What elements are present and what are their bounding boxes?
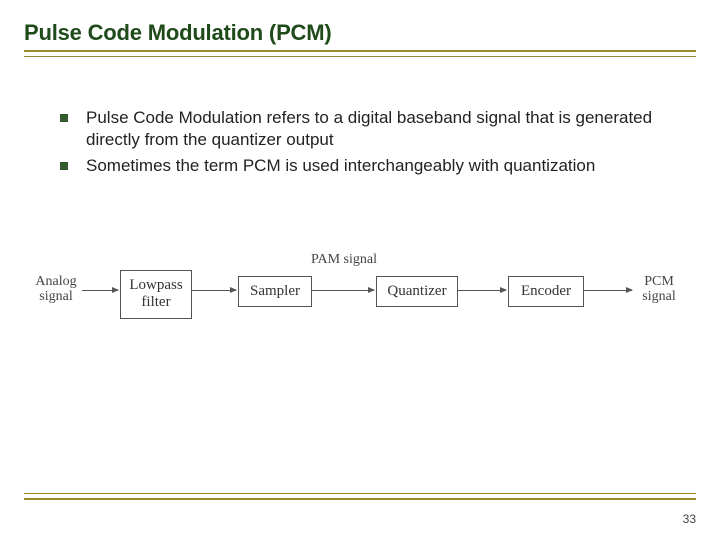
- arrow-icon: [312, 290, 374, 291]
- pcm-signal-label: PCM signal: [636, 274, 682, 305]
- title-underline: [24, 50, 696, 57]
- bullet-marker-icon: [60, 162, 68, 170]
- page-number: 33: [683, 512, 696, 526]
- sampler-block: Sampler: [238, 276, 312, 307]
- arrow-icon: [458, 290, 506, 291]
- pam-signal-label: PAM signal: [298, 252, 390, 267]
- arrow-icon: [82, 290, 118, 291]
- slide-title: Pulse Code Modulation (PCM): [24, 20, 696, 46]
- quantizer-block: Quantizer: [376, 276, 458, 307]
- lowpass-filter-block: Lowpass filter: [120, 270, 192, 319]
- footer-rule: [24, 493, 696, 500]
- bullet-list: Pulse Code Modulation refers to a digita…: [24, 107, 696, 177]
- analog-signal-label: Analog signal: [32, 274, 80, 305]
- bullet-item: Pulse Code Modulation refers to a digita…: [60, 107, 684, 151]
- bullet-text: Pulse Code Modulation refers to a digita…: [86, 107, 684, 151]
- bullet-text: Sometimes the term PCM is used interchan…: [86, 155, 684, 177]
- bullet-item: Sometimes the term PCM is used interchan…: [60, 155, 684, 177]
- arrow-icon: [192, 290, 236, 291]
- block-diagram: Analog signal Lowpass filter Sampler PAM…: [32, 230, 692, 350]
- slide: Pulse Code Modulation (PCM) Pulse Code M…: [0, 0, 720, 540]
- arrow-icon: [584, 290, 632, 291]
- encoder-block: Encoder: [508, 276, 584, 307]
- bullet-marker-icon: [60, 114, 68, 122]
